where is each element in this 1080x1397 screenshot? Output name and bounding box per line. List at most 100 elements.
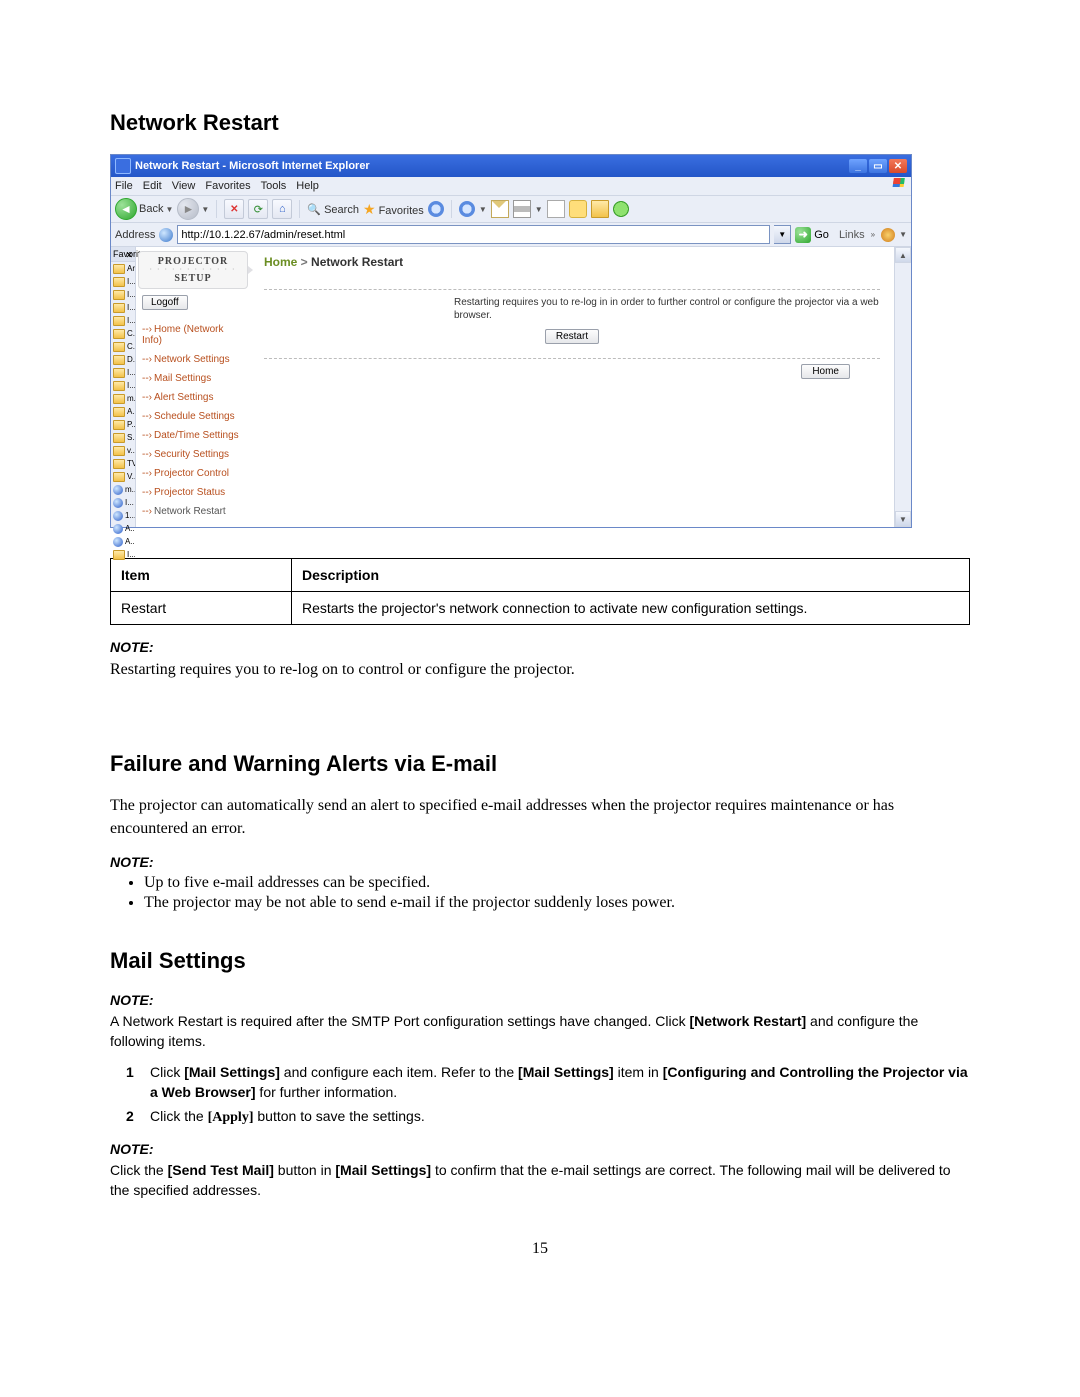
menu-view[interactable]: View <box>172 180 196 192</box>
norton-icon[interactable] <box>881 228 895 242</box>
folder-icon <box>113 355 125 365</box>
back-arrow-icon: ◄ <box>115 198 137 220</box>
sidebar-item[interactable]: --›Mail Settings <box>138 369 248 388</box>
favorites-item[interactable]: S... <box>111 431 135 444</box>
favorites-item[interactable]: m... <box>111 392 135 405</box>
favorites-item[interactable]: A... <box>111 535 135 548</box>
sidebar-item[interactable]: --›Projector Status <box>138 483 248 502</box>
minimize-button[interactable]: _ <box>849 159 867 173</box>
favorites-button[interactable]: ★ Favorites <box>363 201 424 218</box>
chevron-down-icon[interactable]: ▼ <box>479 205 487 214</box>
chevron-down-icon[interactable]: » <box>871 230 875 239</box>
stop-icon[interactable]: ✕ <box>224 199 244 219</box>
favorites-item[interactable]: I... <box>111 314 135 327</box>
sidebar-item[interactable]: --›Date/Time Settings <box>138 426 248 445</box>
addressbar: Address ▼ ➜ Go Links » ▼ <box>111 222 911 247</box>
menu-help[interactable]: Help <box>296 180 319 192</box>
windows-flag-icon <box>892 178 908 190</box>
heading-mail-settings: Mail Settings <box>110 948 970 974</box>
logoff-button[interactable]: Logoff <box>142 295 188 310</box>
favorites-item[interactable]: I... <box>111 379 135 392</box>
favorites-item[interactable]: A... <box>111 405 135 418</box>
restart-button[interactable]: Restart <box>545 329 599 344</box>
ie-link-icon <box>113 537 123 547</box>
favorites-item[interactable]: I... <box>111 496 135 509</box>
menu-tools[interactable]: Tools <box>261 180 287 192</box>
breadcrumb-home[interactable]: Home <box>264 255 297 269</box>
sidebar-item[interactable]: --›Network Settings <box>138 350 248 369</box>
print-icon[interactable] <box>513 200 531 218</box>
sidebar-item[interactable]: --›Schedule Settings <box>138 407 248 426</box>
menu-favorites[interactable]: Favorites <box>205 180 250 192</box>
go-arrow-icon: ➜ <box>795 227 811 243</box>
paragraph: The projector can automatically send an … <box>110 795 970 840</box>
history-icon[interactable] <box>428 201 444 217</box>
go-button[interactable]: ➜ Go <box>795 227 829 243</box>
folder-icon <box>113 316 125 326</box>
sidebar-item[interactable]: --›Network Restart <box>138 502 248 521</box>
links-label[interactable]: Links <box>839 229 865 241</box>
page-number: 15 <box>110 1240 970 1258</box>
scrollbar[interactable]: ▲ ▼ <box>894 247 911 527</box>
favorites-item[interactable]: D... <box>111 353 135 366</box>
favorites-item[interactable]: V... <box>111 470 135 483</box>
home-button[interactable]: Home <box>801 364 850 379</box>
address-dropdown[interactable]: ▼ <box>774 225 791 244</box>
sidebar-item-label: Security Settings <box>154 449 229 460</box>
favorites-item[interactable]: TV <box>111 457 135 470</box>
back-button[interactable]: ◄ Back ▼ <box>115 198 173 220</box>
address-input[interactable] <box>177 225 770 244</box>
sidebar-item[interactable]: --›Home (Network Info) <box>138 320 248 350</box>
favorites-pane-title: Favorit✕ <box>111 247 135 262</box>
globe-icon <box>159 228 173 242</box>
sidebar-item[interactable]: --›Alert Settings <box>138 388 248 407</box>
favorites-item[interactable]: m... <box>111 483 135 496</box>
maximize-button[interactable]: ▭ <box>869 159 887 173</box>
research-icon[interactable] <box>591 200 609 218</box>
scroll-down-icon[interactable]: ▼ <box>895 511 911 527</box>
favorites-item[interactable]: A... <box>111 522 135 535</box>
favorites-item[interactable]: 1... <box>111 509 135 522</box>
favorites-item[interactable]: I... <box>111 275 135 288</box>
folder-icon <box>113 342 125 352</box>
close-button[interactable]: ✕ <box>889 159 907 173</box>
menu-edit[interactable]: Edit <box>143 180 162 192</box>
search-button[interactable]: 🔍 Search <box>307 203 359 216</box>
forward-button[interactable]: ► ▼ <box>177 198 209 220</box>
favorites-item[interactable]: C... <box>111 327 135 340</box>
favorites-item[interactable]: v... <box>111 444 135 457</box>
favorites-item[interactable]: C... <box>111 340 135 353</box>
refresh-icon[interactable]: ⟳ <box>248 199 268 219</box>
favorites-item[interactable]: P... <box>111 418 135 431</box>
folder-icon <box>113 264 125 274</box>
chevron-down-icon[interactable]: ▼ <box>535 205 543 214</box>
chevron-down-icon[interactable]: ▼ <box>165 205 173 214</box>
ie-link-icon <box>113 511 123 521</box>
menu-file[interactable]: File <box>115 180 133 192</box>
close-icon[interactable]: ✕ <box>125 248 133 262</box>
sidebar-item[interactable]: --›Security Settings <box>138 445 248 464</box>
note-label: NOTE: <box>110 854 970 870</box>
media-icon[interactable] <box>459 201 475 217</box>
favorites-item[interactable]: I... <box>111 366 135 379</box>
home-icon[interactable]: ⌂ <box>272 199 292 219</box>
scroll-up-icon[interactable]: ▲ <box>895 247 911 263</box>
folder-icon <box>113 368 125 378</box>
discuss-icon[interactable] <box>569 200 587 218</box>
favorites-item[interactable]: I... <box>111 548 135 561</box>
list-item: The projector may be not able to send e-… <box>144 894 970 912</box>
table-header-item: Item <box>111 559 292 592</box>
table-row: Restart Restarts the projector's network… <box>111 592 970 625</box>
ie-link-icon <box>113 485 123 495</box>
arrow-icon: --› <box>142 487 152 498</box>
favorites-item[interactable]: I... <box>111 301 135 314</box>
favorites-item[interactable]: Ar... <box>111 262 135 275</box>
favorites-item[interactable]: I... <box>111 288 135 301</box>
favorites-pane: Favorit✕ Ar...I...I...I...I...C...C...D.… <box>111 247 136 527</box>
sidebar-item[interactable]: --›Projector Control <box>138 464 248 483</box>
chevron-down-icon[interactable]: ▼ <box>201 205 209 214</box>
chevron-down-icon[interactable]: ▼ <box>899 230 907 239</box>
edit-icon[interactable] <box>547 200 565 218</box>
messenger-icon[interactable] <box>613 201 629 217</box>
mail-icon[interactable] <box>491 200 509 218</box>
